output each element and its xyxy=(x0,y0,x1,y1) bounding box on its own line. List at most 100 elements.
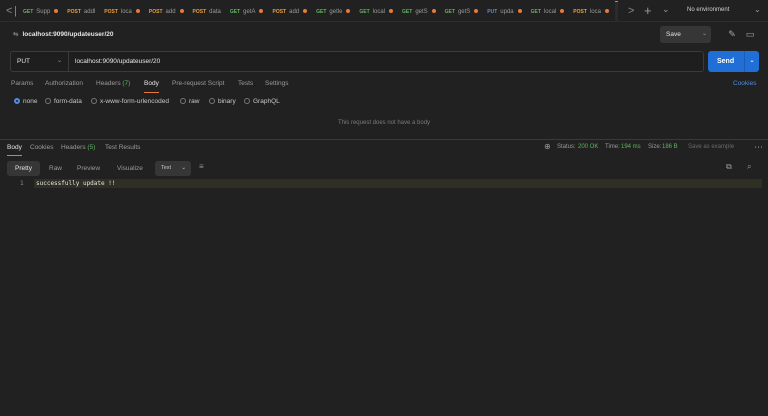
request-tab[interactable]: GET local xyxy=(528,1,571,22)
radio-none[interactable]: none xyxy=(14,98,37,105)
wrap-lines-icon[interactable]: ≡ xyxy=(199,162,204,171)
radio-urlencoded[interactable]: x-www-form-urlencoded xyxy=(91,98,169,105)
tab-label: loca xyxy=(589,9,601,15)
response-tab-cookies[interactable]: Cookies xyxy=(30,144,53,151)
format-chevron-icon: ⌄ xyxy=(181,165,186,171)
tabs-menu-chevron-icon[interactable]: ⌄ xyxy=(662,4,670,15)
more-options-icon[interactable]: ⋯ xyxy=(754,142,763,153)
environment-selector[interactable]: No environment xyxy=(687,7,729,13)
cookies-link[interactable]: Cookies xyxy=(733,80,756,87)
url-input[interactable]: localhost:9090/updateuser/20 xyxy=(75,52,160,71)
request-tab[interactable]: POST addl xyxy=(64,1,101,22)
radio-form-data[interactable]: form-data xyxy=(45,98,82,105)
http-request-icon: ⇆ xyxy=(13,31,19,38)
radio-graphql[interactable]: GraphQL xyxy=(244,98,280,105)
copy-icon[interactable]: ⧉ xyxy=(726,162,732,172)
status-value[interactable]: 200 OK xyxy=(578,144,598,150)
format-select[interactable]: Text ⌄ xyxy=(155,161,191,176)
tab-label: upda xyxy=(500,9,514,15)
request-tab[interactable]: POST loca xyxy=(101,1,146,22)
tab-method: GET xyxy=(402,9,413,15)
tab-headers[interactable]: Headers (7) xyxy=(96,80,130,87)
send-button[interactable]: Send ⌄ xyxy=(708,51,759,72)
view-preview[interactable]: Preview xyxy=(77,161,100,176)
tab-method: GET xyxy=(444,9,455,15)
send-label: Send xyxy=(717,58,735,65)
radio-selected-icon xyxy=(14,98,20,104)
radio-raw[interactable]: raw xyxy=(180,98,199,105)
request-title-text[interactable]: localhost:9090/updateuser/20 xyxy=(22,31,113,38)
tab-pre-request-script[interactable]: Pre-request Script xyxy=(172,80,224,87)
tab-label: getle xyxy=(329,9,343,15)
response-body-editor[interactable]: 1 successfully update !! xyxy=(0,179,768,188)
tab-params[interactable]: Params xyxy=(11,80,33,87)
send-options-chevron-icon[interactable]: ⌄ xyxy=(744,51,759,72)
new-tab-button[interactable]: + xyxy=(644,3,652,18)
tab-label: getS xyxy=(457,9,471,15)
request-tab[interactable]: PUT upda xyxy=(484,1,527,22)
tab-method: GET xyxy=(316,9,327,15)
tab-settings[interactable]: Settings xyxy=(265,80,289,87)
documentation-icon[interactable]: ▭ xyxy=(742,26,758,43)
request-tab[interactable]: GET getA xyxy=(227,1,270,22)
radio-binary[interactable]: binary xyxy=(209,98,236,105)
request-tab[interactable]: PUTlocal xyxy=(614,1,618,22)
size-label: Size: xyxy=(648,144,662,150)
save-button[interactable]: Save ⌄ xyxy=(660,26,711,43)
tab-body[interactable]: Body xyxy=(144,80,159,93)
view-raw[interactable]: Raw xyxy=(49,161,62,176)
unsaved-dot-icon xyxy=(346,9,351,14)
tabs-scroll-right-icon[interactable]: > xyxy=(628,4,634,18)
tab-label: getS xyxy=(415,9,428,15)
edit-icon[interactable]: ✎ xyxy=(724,26,740,43)
headers-count-badge: (7) xyxy=(122,80,131,87)
tabs-scroll-left-icon[interactable]: < xyxy=(6,4,12,18)
request-tab[interactable]: GET local xyxy=(356,1,399,22)
tab-method: POST xyxy=(104,9,118,15)
view-visualize[interactable]: Visualize xyxy=(117,161,143,176)
request-tab[interactable]: GET getS xyxy=(442,1,485,22)
response-tab-body[interactable]: Body xyxy=(7,144,22,156)
request-tab[interactable]: POST data xyxy=(190,1,227,22)
tab-method: POST xyxy=(67,9,81,15)
radio-icon xyxy=(244,98,250,104)
tab-label: local xyxy=(372,9,386,15)
size-value[interactable]: 186 B xyxy=(662,144,678,150)
tab-label: local xyxy=(543,9,557,15)
tab-authorization[interactable]: Authorization xyxy=(45,80,83,87)
radio-form-data-label: form-data xyxy=(54,98,82,105)
empty-body-message: This request does not have a body xyxy=(337,120,431,126)
response-tab-headers[interactable]: Headers (5) xyxy=(61,144,95,151)
tab-label: addl xyxy=(83,9,96,15)
request-tab[interactable]: GET getS xyxy=(399,1,442,22)
environment-chevron-icon[interactable]: ⌄ xyxy=(754,5,761,14)
pane-divider[interactable] xyxy=(0,139,768,140)
tab-method: GET xyxy=(530,9,541,15)
search-icon[interactable]: ⌕ xyxy=(747,162,751,172)
save-chevron-icon[interactable]: ⌄ xyxy=(702,26,707,43)
request-tab[interactable]: POST loca xyxy=(570,1,615,22)
unsaved-dot-icon xyxy=(303,9,308,14)
view-pretty[interactable]: Pretty xyxy=(7,161,40,176)
method-select[interactable]: PUT ⌄ xyxy=(11,52,69,71)
save-as-example-button[interactable]: Save as example xyxy=(688,144,734,150)
method-chevron-icon: ⌄ xyxy=(56,58,62,64)
request-tab[interactable]: POST add xyxy=(269,1,313,22)
radio-icon xyxy=(180,98,186,104)
request-tab[interactable]: POST add xyxy=(146,1,190,22)
request-tab[interactable]: GET Supp xyxy=(20,1,64,22)
response-tab-headers-label: Headers xyxy=(61,144,86,151)
response-body-text[interactable]: successfully update !! xyxy=(36,179,115,188)
response-tab-test-results[interactable]: Test Results xyxy=(105,144,140,151)
time-value[interactable]: 194 ms xyxy=(621,144,641,150)
request-tab[interactable]: GET getle xyxy=(313,1,356,22)
tab-method: GET xyxy=(359,9,370,15)
tab-tests[interactable]: Tests xyxy=(238,80,253,87)
response-headers-count: (5) xyxy=(87,144,96,151)
request-title: ⇆ localhost:9090/updateuser/20 xyxy=(13,30,114,38)
status-label: Status: xyxy=(557,144,576,150)
globe-icon[interactable]: ⊕ xyxy=(544,142,551,151)
format-value: Text xyxy=(161,165,172,171)
request-tabs: GET Supp POST addl POST loca POST add POST data GE… xyxy=(20,0,618,22)
radio-binary-label: binary xyxy=(218,98,236,105)
